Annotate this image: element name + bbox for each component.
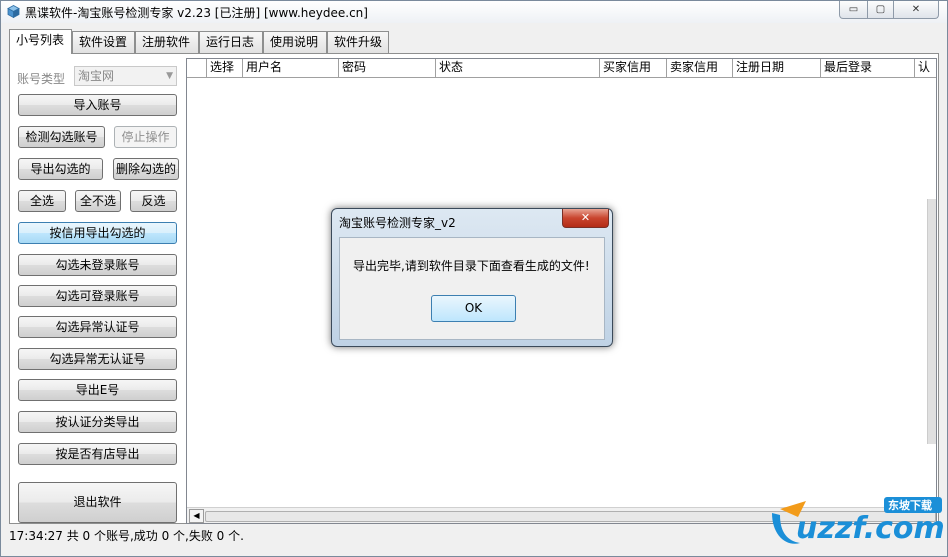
uzzf-watermark-logo: uzzf.com 东坡下载 [772, 497, 945, 546]
svg-text:东坡下载: 东坡下载 [888, 498, 932, 512]
main-window: 黑谍软件-淘宝账号检测专家 v2.23 [已注册] [www.heydee.cn… [0, 0, 948, 557]
tab-usage-guide[interactable]: 使用说明 [263, 31, 327, 53]
status-bar: 17:34:27 共 0 个账号,成功 0 个,失败 0 个. [9, 529, 244, 543]
account-type-value: 淘宝网 [78, 69, 115, 83]
ok-button[interactable]: OK [431, 295, 516, 322]
column-username[interactable]: 用户名 [243, 59, 339, 77]
grid-header: 选择 用户名 密码 状态 买家信用 卖家信用 注册日期 最后登录 认 [187, 59, 936, 78]
message-dialog: 淘宝账号检测专家_v2 ✕ 导出完毕,请到软件目录下面查看生成的文件! OK [331, 208, 613, 347]
export-selected-button[interactable]: 导出勾选的 [18, 158, 103, 180]
column-register-date[interactable]: 注册日期 [733, 59, 821, 77]
tab-run-log[interactable]: 运行日志 [199, 31, 263, 53]
window-title: 黑谍软件-淘宝账号检测专家 v2.23 [已注册] [www.heydee.cn… [25, 6, 368, 20]
delete-selected-button[interactable]: 删除勾选的 [113, 158, 179, 180]
scroll-left-icon[interactable]: ◀ [189, 509, 204, 523]
export-e-button[interactable]: 导出E号 [18, 379, 177, 401]
chevron-down-icon: ▼ [166, 71, 173, 81]
minimize-button[interactable]: ▭ [839, 1, 868, 19]
export-by-credit-button[interactable]: 按信用导出勾选的 [18, 222, 177, 244]
app-cube-icon [7, 5, 20, 18]
dialog-message: 导出完毕,请到软件目录下面查看生成的文件! [353, 259, 590, 273]
vertical-scrollbar[interactable] [927, 199, 936, 444]
minimize-icon: ▭ [848, 4, 859, 15]
account-type-select[interactable]: 淘宝网 ▼ [74, 66, 177, 86]
dialog-close-button[interactable]: ✕ [562, 209, 609, 228]
column-select[interactable]: 选择 [207, 59, 243, 77]
svg-text:uzzf.com: uzzf.com [796, 511, 945, 546]
maximize-icon: ▢ [875, 4, 886, 15]
exit-button[interactable]: 退出软件 [18, 482, 177, 523]
close-icon: ✕ [911, 4, 921, 15]
tab-account-list[interactable]: 小号列表 [9, 29, 72, 54]
column-verification[interactable]: 认 [915, 59, 936, 77]
select-none-button[interactable]: 全不选 [75, 190, 121, 212]
close-button[interactable]: ✕ [893, 1, 939, 19]
select-abnormal-verified-button[interactable]: 勾选异常认证号 [18, 316, 177, 338]
tab-register[interactable]: 注册软件 [135, 31, 199, 53]
export-by-shop-button[interactable]: 按是否有店导出 [18, 443, 177, 465]
close-icon: ✕ [580, 211, 591, 224]
stop-operation-button[interactable]: 停止操作 [114, 126, 177, 148]
maximize-button[interactable]: ▢ [867, 1, 894, 19]
account-type-label: 账号类型 [17, 72, 66, 86]
dialog-body: 导出完毕,请到软件目录下面查看生成的文件! OK [339, 237, 605, 340]
column-buyer-credit[interactable]: 买家信用 [600, 59, 667, 77]
import-accounts-button[interactable]: 导入账号 [18, 94, 177, 116]
invert-selection-button[interactable]: 反选 [130, 190, 177, 212]
tab-upgrade[interactable]: 软件升级 [327, 31, 389, 53]
row-header-corner [187, 59, 207, 77]
select-abnormal-unverified-button[interactable]: 勾选异常无认证号 [18, 348, 177, 370]
title-bar[interactable]: 黑谍软件-淘宝账号检测专家 v2.23 [已注册] [www.heydee.cn… [1, 1, 947, 23]
select-all-button[interactable]: 全选 [18, 190, 66, 212]
column-last-login[interactable]: 最后登录 [821, 59, 915, 77]
tab-settings[interactable]: 软件设置 [72, 31, 135, 53]
column-password[interactable]: 密码 [339, 59, 436, 77]
check-selected-button[interactable]: 检测勾选账号 [18, 126, 105, 148]
select-not-logged-button[interactable]: 勾选未登录账号 [18, 254, 177, 276]
export-by-cert-button[interactable]: 按认证分类导出 [18, 411, 177, 433]
column-status[interactable]: 状态 [436, 59, 600, 77]
select-loggable-button[interactable]: 勾选可登录账号 [18, 285, 177, 307]
column-seller-credit[interactable]: 卖家信用 [667, 59, 733, 77]
dialog-title: 淘宝账号检测专家_v2 [339, 216, 456, 230]
